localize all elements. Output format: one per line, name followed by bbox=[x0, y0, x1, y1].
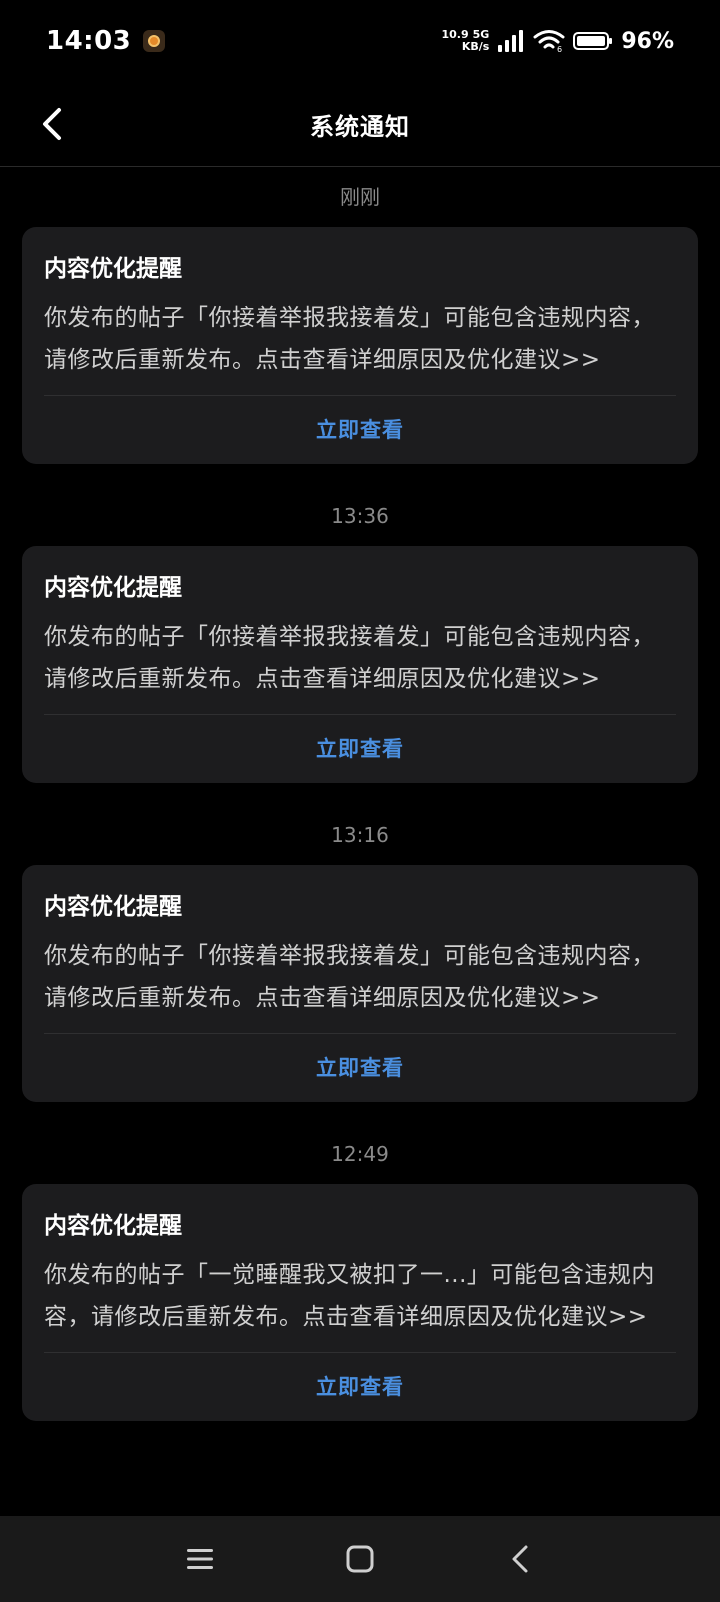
view-now-button[interactable]: 立即查看 bbox=[44, 715, 676, 783]
network-speed: 10.9 5G KB/s bbox=[442, 29, 490, 53]
notification-body[interactable]: 你发布的帖子「你接着举报我接着发」可能包含违规内容，请修改后重新发布。点击查看详… bbox=[44, 616, 676, 700]
notification-body[interactable]: 你发布的帖子「你接着举报我接着发」可能包含违规内容，请修改后重新发布。点击查看详… bbox=[44, 297, 676, 381]
notification-title: 内容优化提醒 bbox=[44, 894, 182, 920]
app-notification-icon bbox=[143, 30, 166, 52]
view-now-button[interactable]: 立即查看 bbox=[44, 1034, 676, 1102]
battery-percent: 96% bbox=[621, 28, 674, 54]
notification-card[interactable]: 内容优化提醒 你发布的帖子「你接着举报我接着发」可能包含违规内容，请修改后重新发… bbox=[22, 227, 698, 464]
page-title: 系统通知 bbox=[310, 112, 410, 141]
notification-time: 13:16 bbox=[331, 823, 389, 847]
chevron-left-icon bbox=[512, 1545, 528, 1573]
notification-time: 刚刚 bbox=[340, 185, 380, 209]
back-button[interactable] bbox=[30, 102, 74, 146]
notification-title: 内容优化提醒 bbox=[44, 575, 182, 601]
notification-time: 12:49 bbox=[331, 1142, 389, 1166]
battery-icon bbox=[573, 32, 613, 50]
notification-title: 内容优化提醒 bbox=[44, 256, 182, 282]
nav-back-button[interactable] bbox=[495, 1534, 545, 1584]
notification-body[interactable]: 你发布的帖子「一觉睡醒我又被扣了一...」可能包含违规内容，请修改后重新发布。点… bbox=[44, 1254, 676, 1338]
network-speed-unit: KB/s bbox=[461, 40, 490, 53]
status-indicators: 10.9 5G KB/s 6 96% bbox=[442, 29, 675, 54]
status-bar: 14:03 10.9 5G KB/s 6 96% bbox=[0, 0, 720, 82]
view-now-button[interactable]: 立即查看 bbox=[44, 396, 676, 464]
svg-text:6: 6 bbox=[557, 45, 562, 53]
notification-title: 内容优化提醒 bbox=[44, 1213, 182, 1239]
notification-card[interactable]: 内容优化提醒 你发布的帖子「一觉睡醒我又被扣了一...」可能包含违规内容，请修改… bbox=[22, 1184, 698, 1421]
chevron-left-icon bbox=[43, 108, 61, 140]
home-button[interactable] bbox=[335, 1534, 385, 1584]
menu-button[interactable] bbox=[175, 1534, 225, 1584]
home-square-icon bbox=[346, 1545, 374, 1573]
system-nav-bar bbox=[0, 1516, 720, 1602]
status-time: 14:03 bbox=[46, 26, 132, 56]
header: 系统通知 bbox=[0, 82, 720, 167]
notification-time: 13:36 bbox=[331, 504, 389, 528]
menu-icon bbox=[187, 1549, 213, 1569]
notification-card[interactable]: 内容优化提醒 你发布的帖子「你接着举报我接着发」可能包含违规内容，请修改后重新发… bbox=[22, 865, 698, 1102]
notification-body[interactable]: 你发布的帖子「你接着举报我接着发」可能包含违规内容，请修改后重新发布。点击查看详… bbox=[44, 935, 676, 1019]
signal-icon bbox=[498, 30, 524, 52]
view-now-button[interactable]: 立即查看 bbox=[44, 1353, 676, 1421]
notification-list[interactable]: 刚刚 内容优化提醒 你发布的帖子「你接着举报我接着发」可能包含违规内容，请修改后… bbox=[0, 167, 720, 1516]
notification-card[interactable]: 内容优化提醒 你发布的帖子「你接着举报我接着发」可能包含违规内容，请修改后重新发… bbox=[22, 546, 698, 783]
wifi-icon: 6 bbox=[533, 30, 565, 53]
